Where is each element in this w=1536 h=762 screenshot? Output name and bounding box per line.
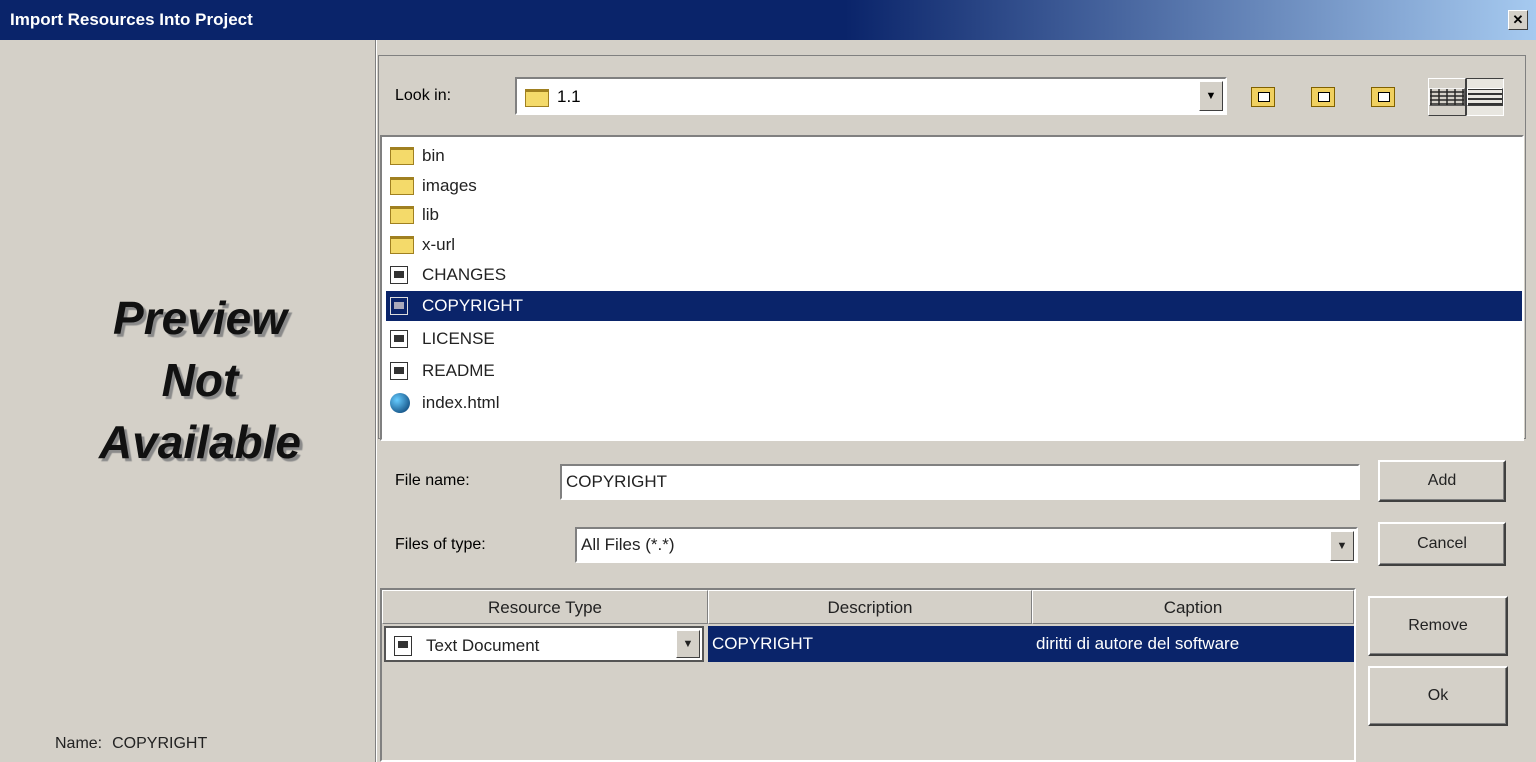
name-row: Name: COPYRIGHT bbox=[55, 735, 217, 753]
preview-line: Available bbox=[99, 416, 301, 468]
file-name: index.html bbox=[422, 393, 500, 412]
folder-icon bbox=[390, 147, 414, 165]
list-view-button[interactable] bbox=[1428, 78, 1466, 116]
view-mode-buttons bbox=[1428, 78, 1504, 116]
file-name: lib bbox=[422, 205, 440, 224]
chevron-down-icon[interactable]: ▼ bbox=[1330, 531, 1354, 561]
files-of-type-label: Files of type: bbox=[395, 536, 486, 553]
folder-icon bbox=[390, 236, 414, 254]
cancel-button[interactable]: Cancel bbox=[1378, 522, 1506, 566]
list-item[interactable]: images bbox=[386, 171, 1522, 201]
ok-button[interactable]: Ok bbox=[1368, 666, 1508, 726]
document-icon bbox=[390, 330, 408, 348]
close-button[interactable]: ✕ bbox=[1508, 10, 1528, 30]
look-in-value: 1.1 bbox=[557, 87, 581, 106]
remove-button[interactable]: Remove bbox=[1368, 596, 1508, 656]
document-icon bbox=[394, 636, 412, 656]
resource-table: Resource Type Description Caption Text D… bbox=[380, 588, 1356, 762]
table-cell-description[interactable]: COPYRIGHT bbox=[708, 626, 1032, 662]
list-item-selected[interactable]: COPYRIGHT bbox=[386, 291, 1522, 321]
column-header-caption[interactable]: Caption bbox=[1032, 590, 1354, 624]
preview-line: Not bbox=[161, 354, 239, 406]
file-name: COPYRIGHT bbox=[422, 296, 524, 315]
folder-icon bbox=[390, 177, 414, 195]
chevron-down-icon[interactable]: ▼ bbox=[676, 630, 700, 658]
file-name: README bbox=[422, 361, 495, 380]
details-view-icon bbox=[1467, 88, 1503, 106]
document-icon bbox=[390, 266, 408, 284]
add-button[interactable]: Add bbox=[1378, 460, 1506, 502]
file-name-label: File name: bbox=[395, 472, 470, 489]
pane-divider[interactable] bbox=[375, 40, 377, 762]
preview-message: Preview Not Available bbox=[0, 287, 400, 473]
list-item[interactable]: index.html bbox=[386, 388, 1522, 418]
file-name: images bbox=[422, 176, 477, 195]
home-button[interactable] bbox=[1305, 79, 1341, 115]
column-header-description[interactable]: Description bbox=[708, 590, 1032, 624]
preview-line: Preview bbox=[113, 292, 287, 344]
preview-pane: Preview Not Available Name: COPYRIGHT bbox=[0, 40, 375, 762]
file-name: LICENSE bbox=[422, 329, 495, 348]
look-in-combo[interactable]: 1.1 ▼ bbox=[515, 77, 1227, 115]
resource-type-select[interactable]: Text Document ▼ bbox=[384, 626, 704, 662]
new-folder-button[interactable] bbox=[1365, 79, 1401, 115]
file-name: bin bbox=[422, 146, 445, 165]
list-item[interactable]: README bbox=[386, 356, 1522, 386]
folder-icon bbox=[390, 206, 414, 224]
file-name: CHANGES bbox=[422, 265, 507, 284]
column-header-resource-type[interactable]: Resource Type bbox=[382, 590, 708, 624]
close-icon: ✕ bbox=[1512, 12, 1524, 27]
list-item[interactable]: bin bbox=[386, 141, 1522, 171]
document-icon bbox=[390, 362, 408, 380]
list-item[interactable]: x-url bbox=[386, 230, 1522, 260]
name-label: Name: bbox=[55, 735, 103, 752]
table-cell-caption[interactable]: diritti di autore del software bbox=[1032, 626, 1354, 662]
folder-icon bbox=[525, 89, 549, 107]
resource-type-value: Text Document bbox=[426, 636, 540, 655]
name-value: COPYRIGHT bbox=[112, 735, 208, 752]
file-name-field[interactable]: COPYRIGHT bbox=[560, 464, 1360, 500]
new-folder-icon bbox=[1371, 87, 1395, 107]
files-of-type-value: All Files (*.*) bbox=[581, 535, 675, 554]
list-item[interactable]: CHANGES bbox=[386, 260, 1522, 290]
file-name: x-url bbox=[422, 235, 456, 254]
list-item[interactable]: LICENSE bbox=[386, 324, 1522, 354]
look-in-label: Look in: bbox=[395, 87, 452, 104]
up-folder-icon bbox=[1251, 87, 1275, 107]
list-item[interactable]: lib bbox=[386, 200, 1522, 230]
details-view-button[interactable] bbox=[1466, 78, 1504, 116]
globe-icon bbox=[390, 393, 410, 413]
up-one-level-button[interactable] bbox=[1245, 79, 1281, 115]
file-list[interactable]: bin images lib x-url CHANGES COPYRIGHT L… bbox=[380, 135, 1524, 441]
title-bar: Import Resources Into Project ✕ bbox=[0, 0, 1536, 40]
document-icon bbox=[390, 297, 408, 315]
window-title: Import Resources Into Project bbox=[10, 10, 253, 29]
list-view-icon bbox=[1429, 88, 1465, 106]
chevron-down-icon[interactable]: ▼ bbox=[1199, 81, 1223, 111]
files-of-type-combo[interactable]: All Files (*.*) ▼ bbox=[575, 527, 1358, 563]
home-folder-icon bbox=[1311, 87, 1335, 107]
